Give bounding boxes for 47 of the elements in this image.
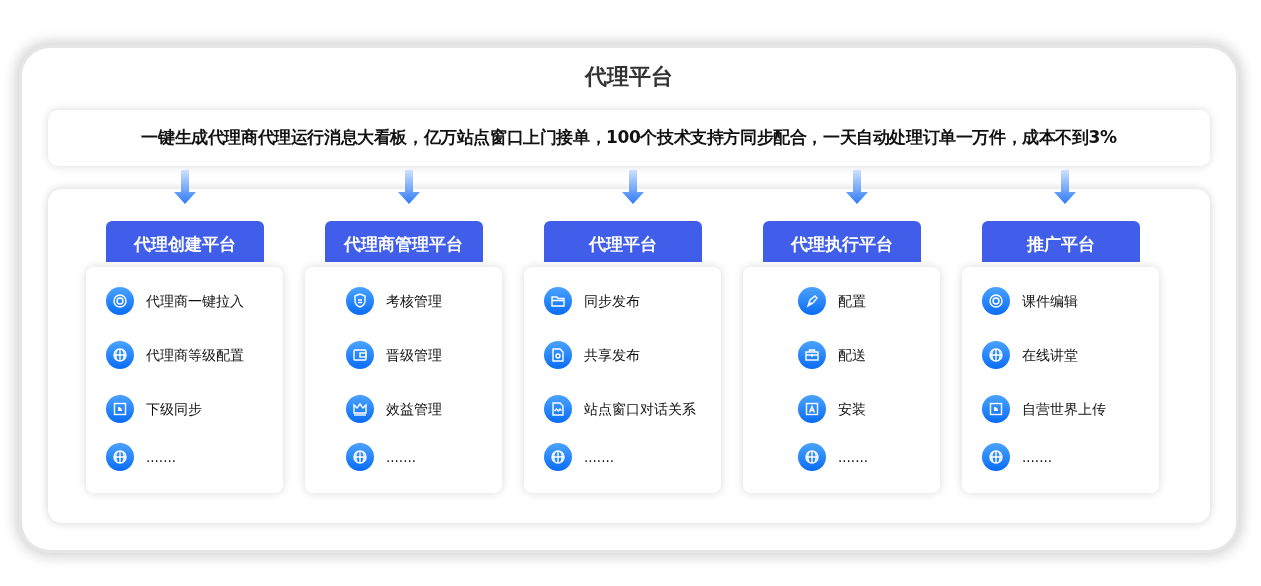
feature-label: 效益管理 <box>386 399 442 419</box>
feature-label: 课件编辑 <box>1022 291 1078 311</box>
folder-icon <box>544 287 572 315</box>
globe-icon <box>106 341 134 369</box>
globe-icon <box>544 443 572 471</box>
globe-icon <box>982 341 1010 369</box>
chart-icon <box>106 395 134 423</box>
feature-label: ....... <box>838 447 869 467</box>
feature-label: 自营世界上传 <box>1022 399 1106 419</box>
feature-label: ....... <box>1022 447 1053 467</box>
down-arrow-icon <box>174 170 196 204</box>
feature-label: 考核管理 <box>386 291 442 311</box>
down-arrow-icon <box>846 170 868 204</box>
down-arrow-icon <box>398 170 420 204</box>
feature-label: 配置 <box>838 291 866 311</box>
crown-icon <box>346 395 374 423</box>
image-icon <box>544 395 572 423</box>
globe-icon <box>106 443 134 471</box>
pen-icon <box>798 287 826 315</box>
chart-icon <box>982 395 1010 423</box>
down-arrow-icon <box>1054 170 1076 204</box>
banner: 一键生成代理商代理运行消息大看板，亿万站点窗口上门接单，100个技术支持方同步配合，一天自动处理订单一万件，成本不到3% <box>48 110 1210 166</box>
target-icon <box>982 287 1010 315</box>
wallet-icon <box>346 341 374 369</box>
feature-label: 安装 <box>838 399 866 419</box>
target-icon <box>106 287 134 315</box>
feature-label: 在线讲堂 <box>1022 345 1078 365</box>
feature-label: 代理商等级配置 <box>146 345 244 365</box>
feature-label: 下级同步 <box>146 399 202 419</box>
shield-icon <box>346 287 374 315</box>
letter-icon <box>798 395 826 423</box>
feature-label: 站点窗口对话关系 <box>584 399 696 419</box>
document-icon <box>544 341 572 369</box>
feature-label: ....... <box>584 447 615 467</box>
feature-label: ....... <box>386 447 417 467</box>
feature-label: 配送 <box>838 345 866 365</box>
feature-label: 同步发布 <box>584 291 640 311</box>
feature-label: ....... <box>146 447 177 467</box>
globe-icon <box>798 443 826 471</box>
globe-icon <box>982 443 1010 471</box>
feature-label: 共享发布 <box>584 345 640 365</box>
feature-label: 晋级管理 <box>386 345 442 365</box>
down-arrow-icon <box>622 170 644 204</box>
toolbox-icon <box>798 341 826 369</box>
feature-label: 代理商一键拉入 <box>146 291 244 311</box>
globe-icon <box>346 443 374 471</box>
title: 代理平台 <box>583 66 674 88</box>
